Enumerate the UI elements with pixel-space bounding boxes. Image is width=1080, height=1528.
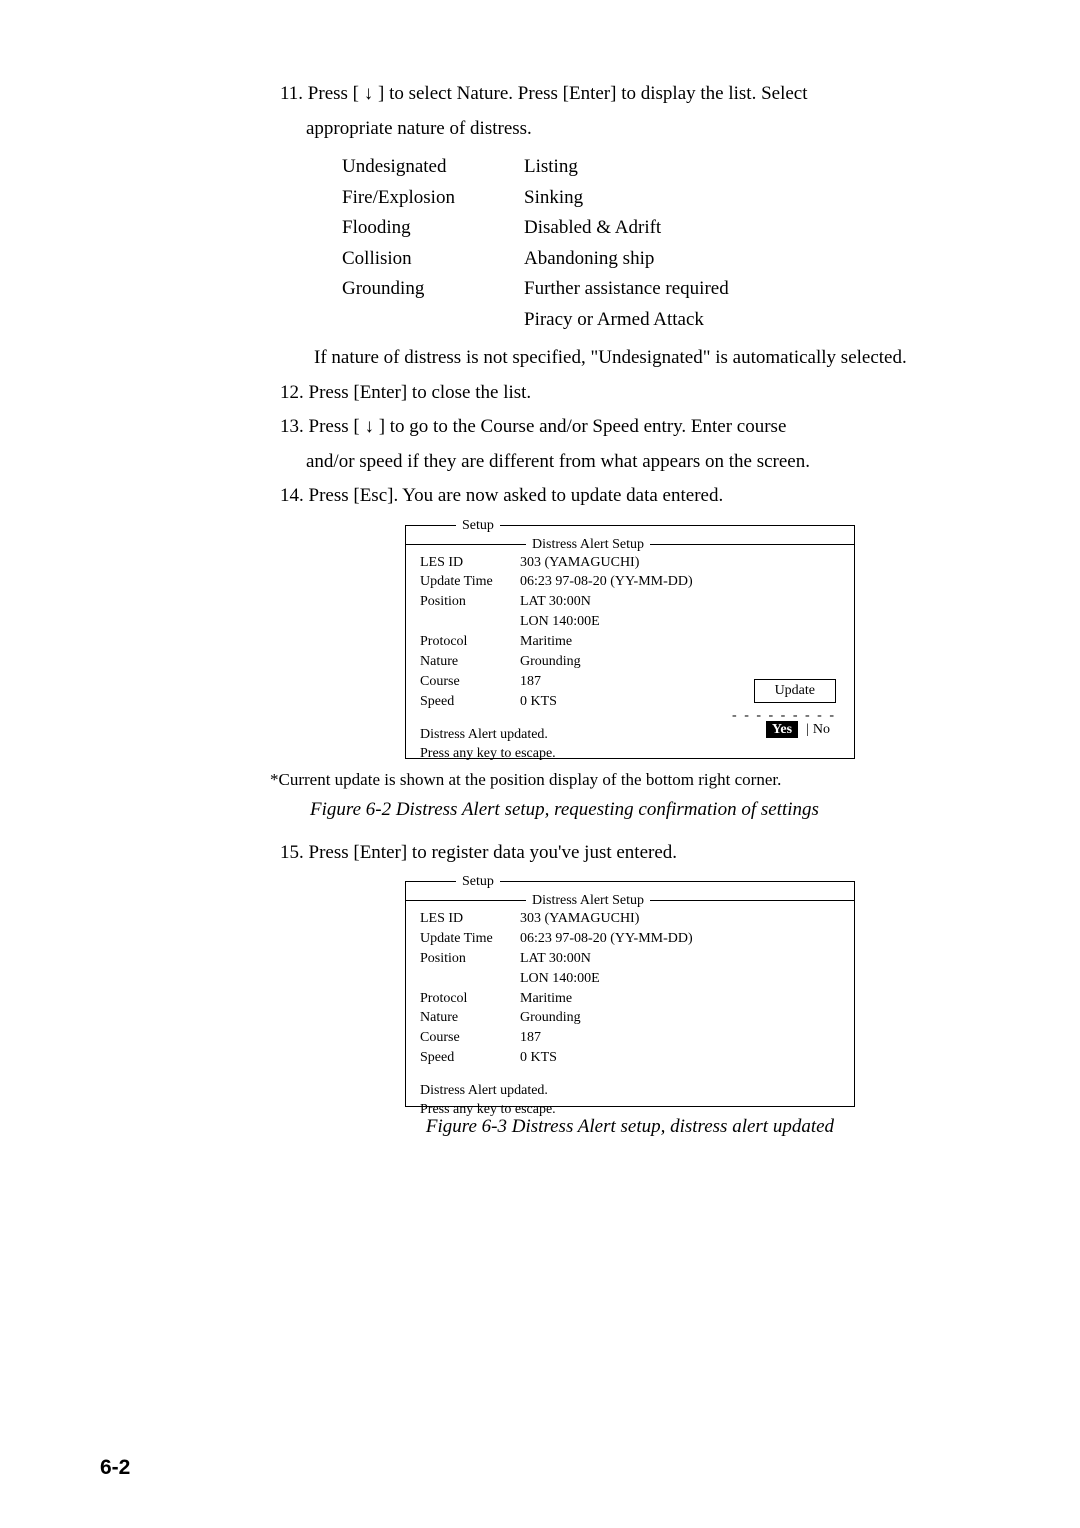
list-item: Disabled & Adrift	[524, 214, 729, 243]
step-12: 12. Press [Enter] to close the list.	[280, 379, 980, 408]
lon-value: LON 140:00E	[520, 613, 600, 632]
protocol-label: Protocol	[420, 990, 520, 1009]
step-11-note: If nature of distress is not specified, …	[314, 344, 980, 373]
les-id-value: 303 (YAMAGUCHI)	[520, 910, 639, 929]
status-message-2: Press any key to escape.	[420, 1101, 840, 1120]
list-item: Undesignated	[342, 153, 522, 182]
list-item: Further assistance required	[524, 275, 729, 304]
list-item: Flooding	[342, 214, 522, 243]
setup-title: Setup	[456, 517, 500, 536]
position-label: Position	[420, 593, 520, 612]
speed-label: Speed	[420, 693, 520, 712]
nature-label: Nature	[420, 653, 520, 672]
list-item: Listing	[524, 153, 729, 182]
speed-value: 0 KTS	[520, 693, 557, 712]
inner-title: Distress Alert Setup	[526, 536, 650, 555]
speed-label: Speed	[420, 1049, 520, 1068]
course-label: Course	[420, 673, 520, 692]
figure-6-2-caption: Figure 6-2 Distress Alert setup, request…	[310, 796, 980, 825]
current-update-note: *Current update is shown at the position…	[270, 767, 980, 793]
lat-value: LAT 30:00N	[520, 950, 591, 969]
speed-value: 0 KTS	[520, 1049, 557, 1068]
list-item: Sinking	[524, 184, 729, 213]
step-13-text-a: 13. Press [	[280, 416, 364, 437]
list-item	[342, 306, 522, 335]
les-id-label: LES ID	[420, 554, 520, 573]
course-value: 187	[520, 673, 541, 692]
distress-alert-setup-panel: Distress Alert Setup LES ID303 (YAMAGUCH…	[406, 544, 854, 764]
course-label: Course	[420, 1029, 520, 1048]
yes-option[interactable]: Yes	[766, 721, 798, 738]
list-item: Piracy or Armed Attack	[524, 306, 729, 335]
step-14: 14. Press [Esc]. You are now asked to up…	[280, 482, 980, 511]
step-15: 15. Press [Enter] to register data you'v…	[280, 839, 980, 868]
nature-value: Grounding	[520, 1009, 581, 1028]
protocol-value: Maritime	[520, 990, 572, 1009]
position-label: Position	[420, 950, 520, 969]
status-message-1: Distress Alert updated.	[420, 1082, 840, 1101]
course-value: 187	[520, 1029, 541, 1048]
down-arrow-icon: ↓	[364, 416, 374, 437]
list-item: Collision	[342, 245, 522, 274]
page-number: 6-2	[100, 1452, 130, 1484]
step-11-text-b: ] to select Nature. Press [Enter] to dis…	[373, 83, 807, 104]
no-option[interactable]: No	[813, 722, 830, 737]
nature-label: Nature	[420, 1009, 520, 1028]
step-13-line1: 13. Press [ ↓ ] to go to the Course and/…	[280, 413, 980, 442]
status-message-2: Press any key to escape.	[420, 745, 840, 764]
protocol-value: Maritime	[520, 633, 572, 652]
update-time-value: 06:23 97-08-20 (YY-MM-DD)	[520, 930, 693, 949]
yes-no-prompt: Yes|No	[766, 721, 830, 740]
lat-value: LAT 30:00N	[520, 593, 591, 612]
les-id-value: 303 (YAMAGUCHI)	[520, 554, 639, 573]
step-11-line2: appropriate nature of distress.	[280, 115, 980, 144]
setup-dialog-2: Setup Distress Alert Setup LES ID303 (YA…	[405, 881, 855, 1107]
step-13-line2: and/or speed if they are different from …	[280, 448, 980, 477]
update-button[interactable]: Update	[754, 679, 836, 704]
step-13-text-b: ] to go to the Course and/or Speed entry…	[374, 416, 786, 437]
setup-dialog-1: Setup Distress Alert Setup LES ID303 (YA…	[405, 525, 855, 759]
inner-title: Distress Alert Setup	[526, 892, 650, 911]
lon-value: LON 140:00E	[520, 970, 600, 989]
list-item: Abandoning ship	[524, 245, 729, 274]
nature-value: Grounding	[520, 653, 581, 672]
distress-alert-setup-panel: Distress Alert Setup LES ID303 (YAMAGUCH…	[406, 900, 854, 1120]
protocol-label: Protocol	[420, 633, 520, 652]
update-time-label: Update Time	[420, 930, 520, 949]
list-item: Fire/Explosion	[342, 184, 522, 213]
update-time-label: Update Time	[420, 573, 520, 592]
les-id-label: LES ID	[420, 910, 520, 929]
step-11-text-a: 11. Press [	[280, 83, 364, 104]
setup-title: Setup	[456, 873, 500, 892]
distress-nature-list: UndesignatedListing Fire/ExplosionSinkin…	[340, 151, 731, 336]
step-11-line1: 11. Press [ ↓ ] to select Nature. Press …	[280, 80, 980, 109]
list-item: Grounding	[342, 275, 522, 304]
update-time-value: 06:23 97-08-20 (YY-MM-DD)	[520, 573, 693, 592]
down-arrow-icon: ↓	[364, 83, 374, 104]
